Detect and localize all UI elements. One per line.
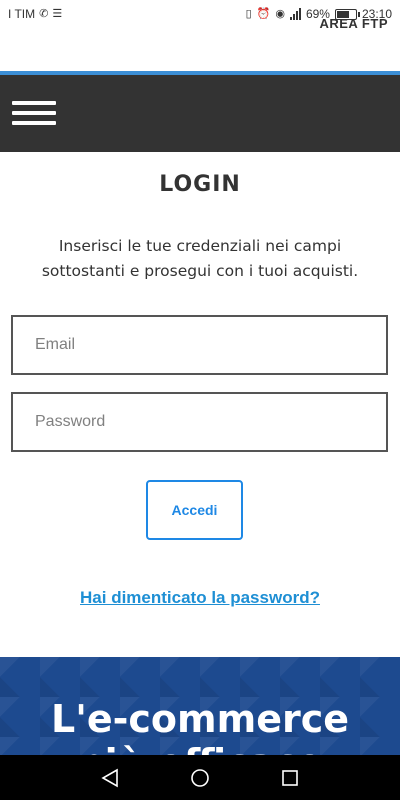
carrier-label: I TIM <box>8 7 36 21</box>
status-left: I TIM ✆ ☰ <box>8 7 62 21</box>
home-icon[interactable] <box>189 767 211 789</box>
email-field[interactable] <box>11 315 388 375</box>
vibrate-icon: ▯ <box>245 8 252 20</box>
banner-title: L'e-commerce più efficace <box>0 697 400 757</box>
area-ftp-link[interactable]: AREA FTP <box>319 16 388 31</box>
system-nav-bar <box>0 755 400 800</box>
recent-apps-icon[interactable] <box>279 767 301 789</box>
main-navbar <box>0 75 400 152</box>
password-field[interactable] <box>11 392 388 452</box>
forgot-password-link[interactable]: Hai dimenticato la password? <box>0 588 400 608</box>
signal-icon <box>289 8 301 20</box>
eye-icon: ◉ <box>275 8 285 20</box>
back-icon[interactable] <box>99 767 121 789</box>
page-title: LOGIN <box>159 172 241 197</box>
promo-banner: L'e-commerce più efficace <box>0 657 400 757</box>
alarm-icon: ⏰ <box>256 8 271 20</box>
login-instructions: Inserisci le tue credenziali nei campi s… <box>41 237 359 280</box>
hamburger-menu-icon[interactable] <box>12 98 56 128</box>
whatsapp-icon: ✆ <box>39 8 49 20</box>
banner-title-line1: L'e-commerce <box>50 697 350 741</box>
login-button[interactable]: Accedi <box>146 480 243 540</box>
notification-icon: ☰ <box>52 8 63 20</box>
